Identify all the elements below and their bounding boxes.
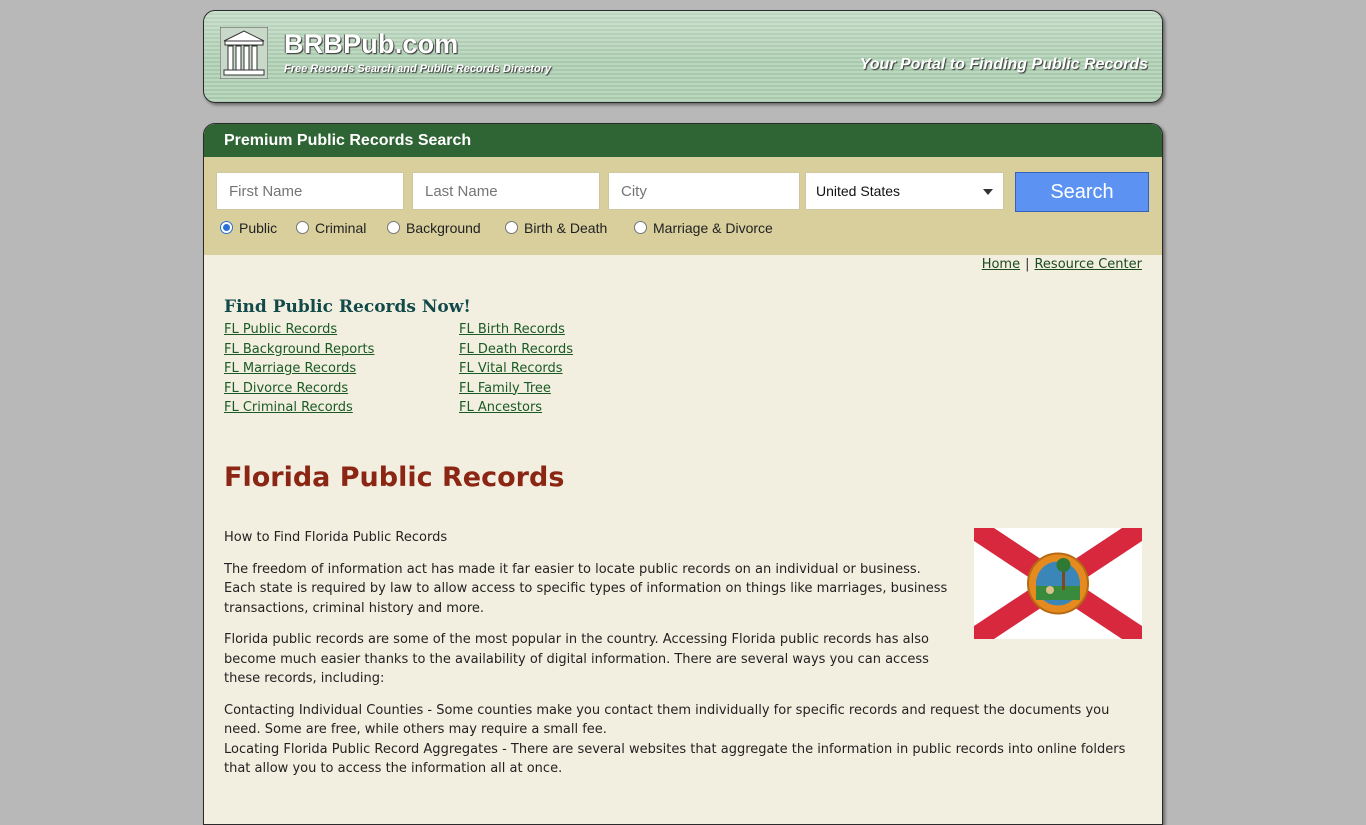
country-select-value: United States <box>816 183 901 199</box>
radio-unchecked-icon[interactable] <box>387 221 400 234</box>
radio-background[interactable]: Background <box>387 220 481 236</box>
radio-label: Background <box>406 220 481 236</box>
site-header: BRBPub.com Free Records Search and Publi… <box>203 10 1163 103</box>
radio-label: Public <box>239 220 278 236</box>
radio-checked-icon[interactable] <box>220 221 233 234</box>
chevron-down-icon <box>983 189 993 195</box>
article-paragraph-3: Contacting Individual Counties - Some co… <box>224 702 1110 738</box>
radio-unchecked-icon[interactable] <box>505 221 518 234</box>
site-tagline: Free Records Search and Public Records D… <box>284 63 552 75</box>
page-title: Florida Public Records <box>224 462 565 493</box>
article-intro: How to Find Florida Public Records <box>224 530 448 545</box>
link-fl-criminal-records[interactable]: FL Criminal Records <box>224 398 374 418</box>
link-fl-ancestors[interactable]: FL Ancestors <box>459 398 573 418</box>
site-brand[interactable]: BRBPub.com <box>284 29 459 60</box>
search-button[interactable]: Search <box>1015 172 1149 212</box>
link-fl-background-reports[interactable]: FL Background Reports <box>224 340 374 360</box>
radio-label: Birth & Death <box>524 220 608 236</box>
radio-unchecked-icon[interactable] <box>634 221 647 234</box>
link-fl-divorce-records[interactable]: FL Divorce Records <box>224 379 374 399</box>
radio-birth-death[interactable]: Birth & Death <box>505 220 607 236</box>
radio-label: Marriage & Divorce <box>653 220 773 236</box>
nav-separator: | <box>1025 257 1030 272</box>
first-name-input[interactable] <box>216 172 404 210</box>
link-fl-vital-records[interactable]: FL Vital Records <box>459 359 573 379</box>
link-fl-death-records[interactable]: FL Death Records <box>459 340 573 360</box>
link-fl-marriage-records[interactable]: FL Marriage Records <box>224 359 374 379</box>
search-panel-title: Premium Public Records Search <box>204 124 1162 157</box>
article-paragraph-1: The freedom of information act has made … <box>224 561 948 616</box>
main-panel: Premium Public Records Search United Sta… <box>203 123 1163 825</box>
link-fl-public-records[interactable]: FL Public Records <box>224 320 374 340</box>
article-paragraph-4: Locating Florida Public Record Aggregate… <box>224 741 1126 777</box>
home-link[interactable]: Home <box>982 257 1020 272</box>
find-links-left: FL Public Records FL Background Reports … <box>224 320 374 418</box>
country-select[interactable]: United States <box>805 172 1004 210</box>
radio-criminal[interactable]: Criminal <box>296 220 366 236</box>
radio-label: Criminal <box>315 220 367 236</box>
link-fl-family-tree[interactable]: FL Family Tree <box>459 379 573 399</box>
radio-marriage-divorce[interactable]: Marriage & Divorce <box>634 220 773 236</box>
city-input[interactable] <box>608 172 800 210</box>
courthouse-logo-icon[interactable] <box>220 27 268 79</box>
article-paragraph-2: Florida public records are some of the m… <box>224 632 929 686</box>
site-portal-slogan: Your Portal to Finding Public Records <box>859 56 1148 73</box>
breadcrumb-nav: Home | Resource Center <box>982 257 1142 272</box>
last-name-input[interactable] <box>412 172 600 210</box>
search-form: United States Search Public Criminal Bac… <box>204 157 1162 255</box>
find-links-right: FL Birth Records FL Death Records FL Vit… <box>459 320 573 418</box>
find-records-heading: Find Public Records Now! <box>224 297 471 317</box>
resource-center-link[interactable]: Resource Center <box>1034 257 1142 272</box>
radio-unchecked-icon[interactable] <box>296 221 309 234</box>
radio-public[interactable]: Public <box>220 220 277 236</box>
link-fl-birth-records[interactable]: FL Birth Records <box>459 320 573 340</box>
article-content: How to Find Florida Public Records The f… <box>224 528 1134 779</box>
